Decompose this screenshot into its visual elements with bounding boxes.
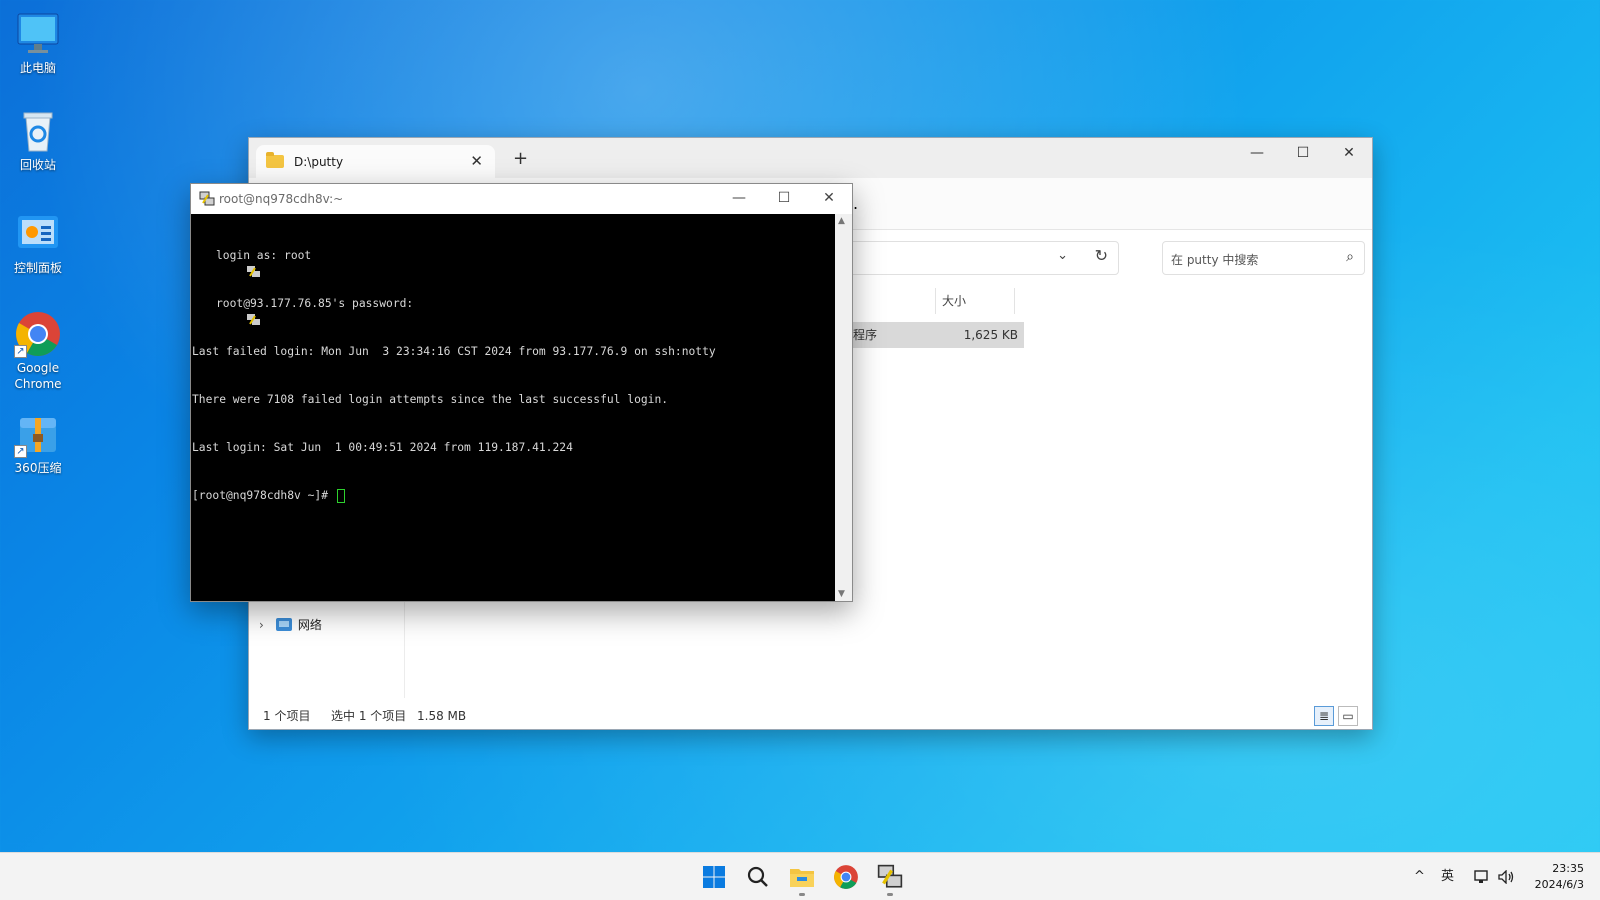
- clock-time: 23:35: [1552, 862, 1584, 875]
- terminal-line: Last failed login: Mon Jun 3 23:34:16 CS…: [192, 344, 835, 360]
- folder-icon: [266, 152, 284, 168]
- desktop-icon-chrome[interactable]: ↗ Google Chrome: [6, 310, 70, 392]
- terminal-text: root@93.177.76.85's password:: [216, 297, 414, 310]
- tiles-view-button[interactable]: ▭: [1338, 706, 1358, 726]
- windows-logo-icon: [703, 866, 725, 888]
- terminal-text: login as: root: [216, 249, 312, 262]
- system-clock[interactable]: 23:35 2024/6/3: [1535, 861, 1584, 893]
- putty-icon: [199, 191, 215, 207]
- chevron-down-icon[interactable]: ⌄: [1057, 248, 1068, 263]
- column-header-size[interactable]: 大小: [942, 288, 966, 314]
- terminal-line: There were 7108 failed login attempts si…: [192, 392, 835, 408]
- search-placeholder: 在 putty 中搜索: [1171, 253, 1259, 267]
- clock-date: 2024/6/3: [1534, 878, 1584, 891]
- toolbar-overflow[interactable]: .: [853, 194, 858, 213]
- running-indicator: [887, 893, 893, 896]
- desktop-icon-label: 360压缩: [14, 461, 62, 475]
- putty-icon: [877, 864, 903, 888]
- taskbar-search-button[interactable]: [742, 861, 774, 893]
- terminal-text: Last failed login: Mon Jun 3 23:34:16 CS…: [192, 345, 716, 358]
- archive-icon: ↗: [14, 410, 62, 458]
- running-indicator: [799, 893, 805, 896]
- putty-close-button[interactable]: ✕: [806, 184, 852, 212]
- nav-item-label: 网络: [297, 618, 322, 632]
- terminal-line: Last login: Sat Jun 1 00:49:51 2024 from…: [192, 440, 835, 456]
- chrome-icon: ↗: [14, 310, 62, 358]
- putty-scrollbar[interactable]: ▲ ▼: [835, 214, 852, 601]
- desktop-icon-label: 回收站: [19, 158, 56, 172]
- terminal-line: login as: root: [192, 248, 835, 277]
- putty-window: root@nq978cdh8v:~ — ☐ ✕ login as: root r…: [190, 183, 853, 602]
- scroll-up-arrow-icon[interactable]: ▲: [838, 216, 845, 226]
- taskbar-putty[interactable]: [874, 861, 906, 896]
- details-view-button[interactable]: ≣: [1314, 706, 1334, 726]
- volume-icon[interactable]: [1498, 853, 1516, 900]
- control-panel-icon: [14, 210, 62, 258]
- shortcut-arrow-icon: ↗: [14, 445, 27, 458]
- status-bar: 1 个项目 选中 1 个项目 1.58 MB: [249, 703, 1372, 729]
- terminal-text: There were 7108 failed login attempts si…: [192, 393, 669, 406]
- desktop-icon-control-panel[interactable]: 控制面板: [6, 210, 70, 276]
- monitor-icon: [14, 10, 62, 58]
- putty-maximize-button[interactable]: ☐: [761, 184, 807, 212]
- chevron-right-icon[interactable]: ›: [259, 618, 264, 632]
- explorer-minimize-button[interactable]: —: [1234, 138, 1280, 170]
- terminal-prompt-line: [root@nq978cdh8v ~]#: [192, 488, 835, 504]
- desktop-icon-this-pc[interactable]: 此电脑: [6, 10, 70, 76]
- desktop-icon-label: 控制面板: [13, 261, 62, 275]
- desktop-icon-label: Google Chrome: [14, 361, 62, 391]
- ime-indicator[interactable]: 英: [1441, 853, 1454, 900]
- desktop-icon-360zip[interactable]: ↗ 360压缩: [6, 410, 70, 476]
- tab-title: D:\putty: [294, 154, 344, 169]
- terminal-prompt: [root@nq978cdh8v ~]#: [192, 489, 335, 502]
- recycle-bin-icon: [14, 107, 62, 155]
- putty-minimize-button[interactable]: —: [716, 184, 762, 212]
- refresh-icon[interactable]: ↻: [1095, 246, 1108, 265]
- putty-key-icon: [192, 249, 261, 277]
- explorer-tab[interactable]: D:\putty ✕: [256, 145, 495, 178]
- status-item-count: 1 个项目: [263, 709, 311, 723]
- tab-close-button[interactable]: ✕: [470, 152, 483, 170]
- new-tab-button[interactable]: +: [513, 148, 528, 169]
- status-selected-count: 选中 1 个项目: [331, 709, 407, 723]
- explorer-close-button[interactable]: ✕: [1326, 138, 1372, 170]
- terminal-line: root@93.177.76.85's password:: [192, 296, 835, 325]
- shortcut-arrow-icon: ↗: [14, 345, 27, 358]
- terminal-output[interactable]: login as: root root@93.177.76.85's passw…: [191, 214, 836, 601]
- nav-item-network[interactable]: › 网络: [259, 616, 322, 633]
- file-row[interactable]: 用程序 1,625 KB: [839, 322, 1024, 348]
- explorer-maximize-button[interactable]: ☐: [1280, 138, 1326, 170]
- file-size: 1,625 KB: [963, 328, 1018, 342]
- status-selected-size: 1.58 MB: [417, 709, 467, 723]
- terminal-cursor: [336, 489, 345, 503]
- taskbar: ^ 英 23:35 2024/6/3: [0, 852, 1600, 900]
- desktop-icon-label: 此电脑: [19, 61, 56, 75]
- desktop-icon-recycle-bin[interactable]: 回收站: [6, 107, 70, 173]
- column-divider[interactable]: [935, 288, 936, 314]
- column-divider[interactable]: [1014, 288, 1015, 314]
- start-button[interactable]: [698, 861, 730, 893]
- putty-key-icon: [192, 297, 261, 325]
- network-icon: [275, 618, 292, 631]
- chevron-up-icon[interactable]: ^: [1414, 853, 1425, 900]
- search-input[interactable]: 在 putty 中搜索 ⌕: [1162, 241, 1365, 275]
- scroll-down-arrow-icon[interactable]: ▼: [838, 589, 845, 599]
- chrome-icon: [834, 865, 858, 889]
- folder-icon: [790, 869, 814, 887]
- taskbar-file-explorer[interactable]: [786, 861, 818, 896]
- network-icon[interactable]: [1474, 853, 1490, 900]
- taskbar-chrome[interactable]: [830, 861, 862, 893]
- putty-title: root@nq978cdh8v:~: [219, 192, 344, 206]
- putty-titlebar: root@nq978cdh8v:~ — ☐ ✕: [191, 184, 852, 214]
- terminal-text: Last login: Sat Jun 1 00:49:51 2024 from…: [192, 441, 573, 454]
- search-icon: [747, 866, 768, 887]
- search-icon: ⌕: [1346, 249, 1354, 265]
- explorer-titlebar: D:\putty ✕ + — ☐ ✕: [249, 138, 1372, 178]
